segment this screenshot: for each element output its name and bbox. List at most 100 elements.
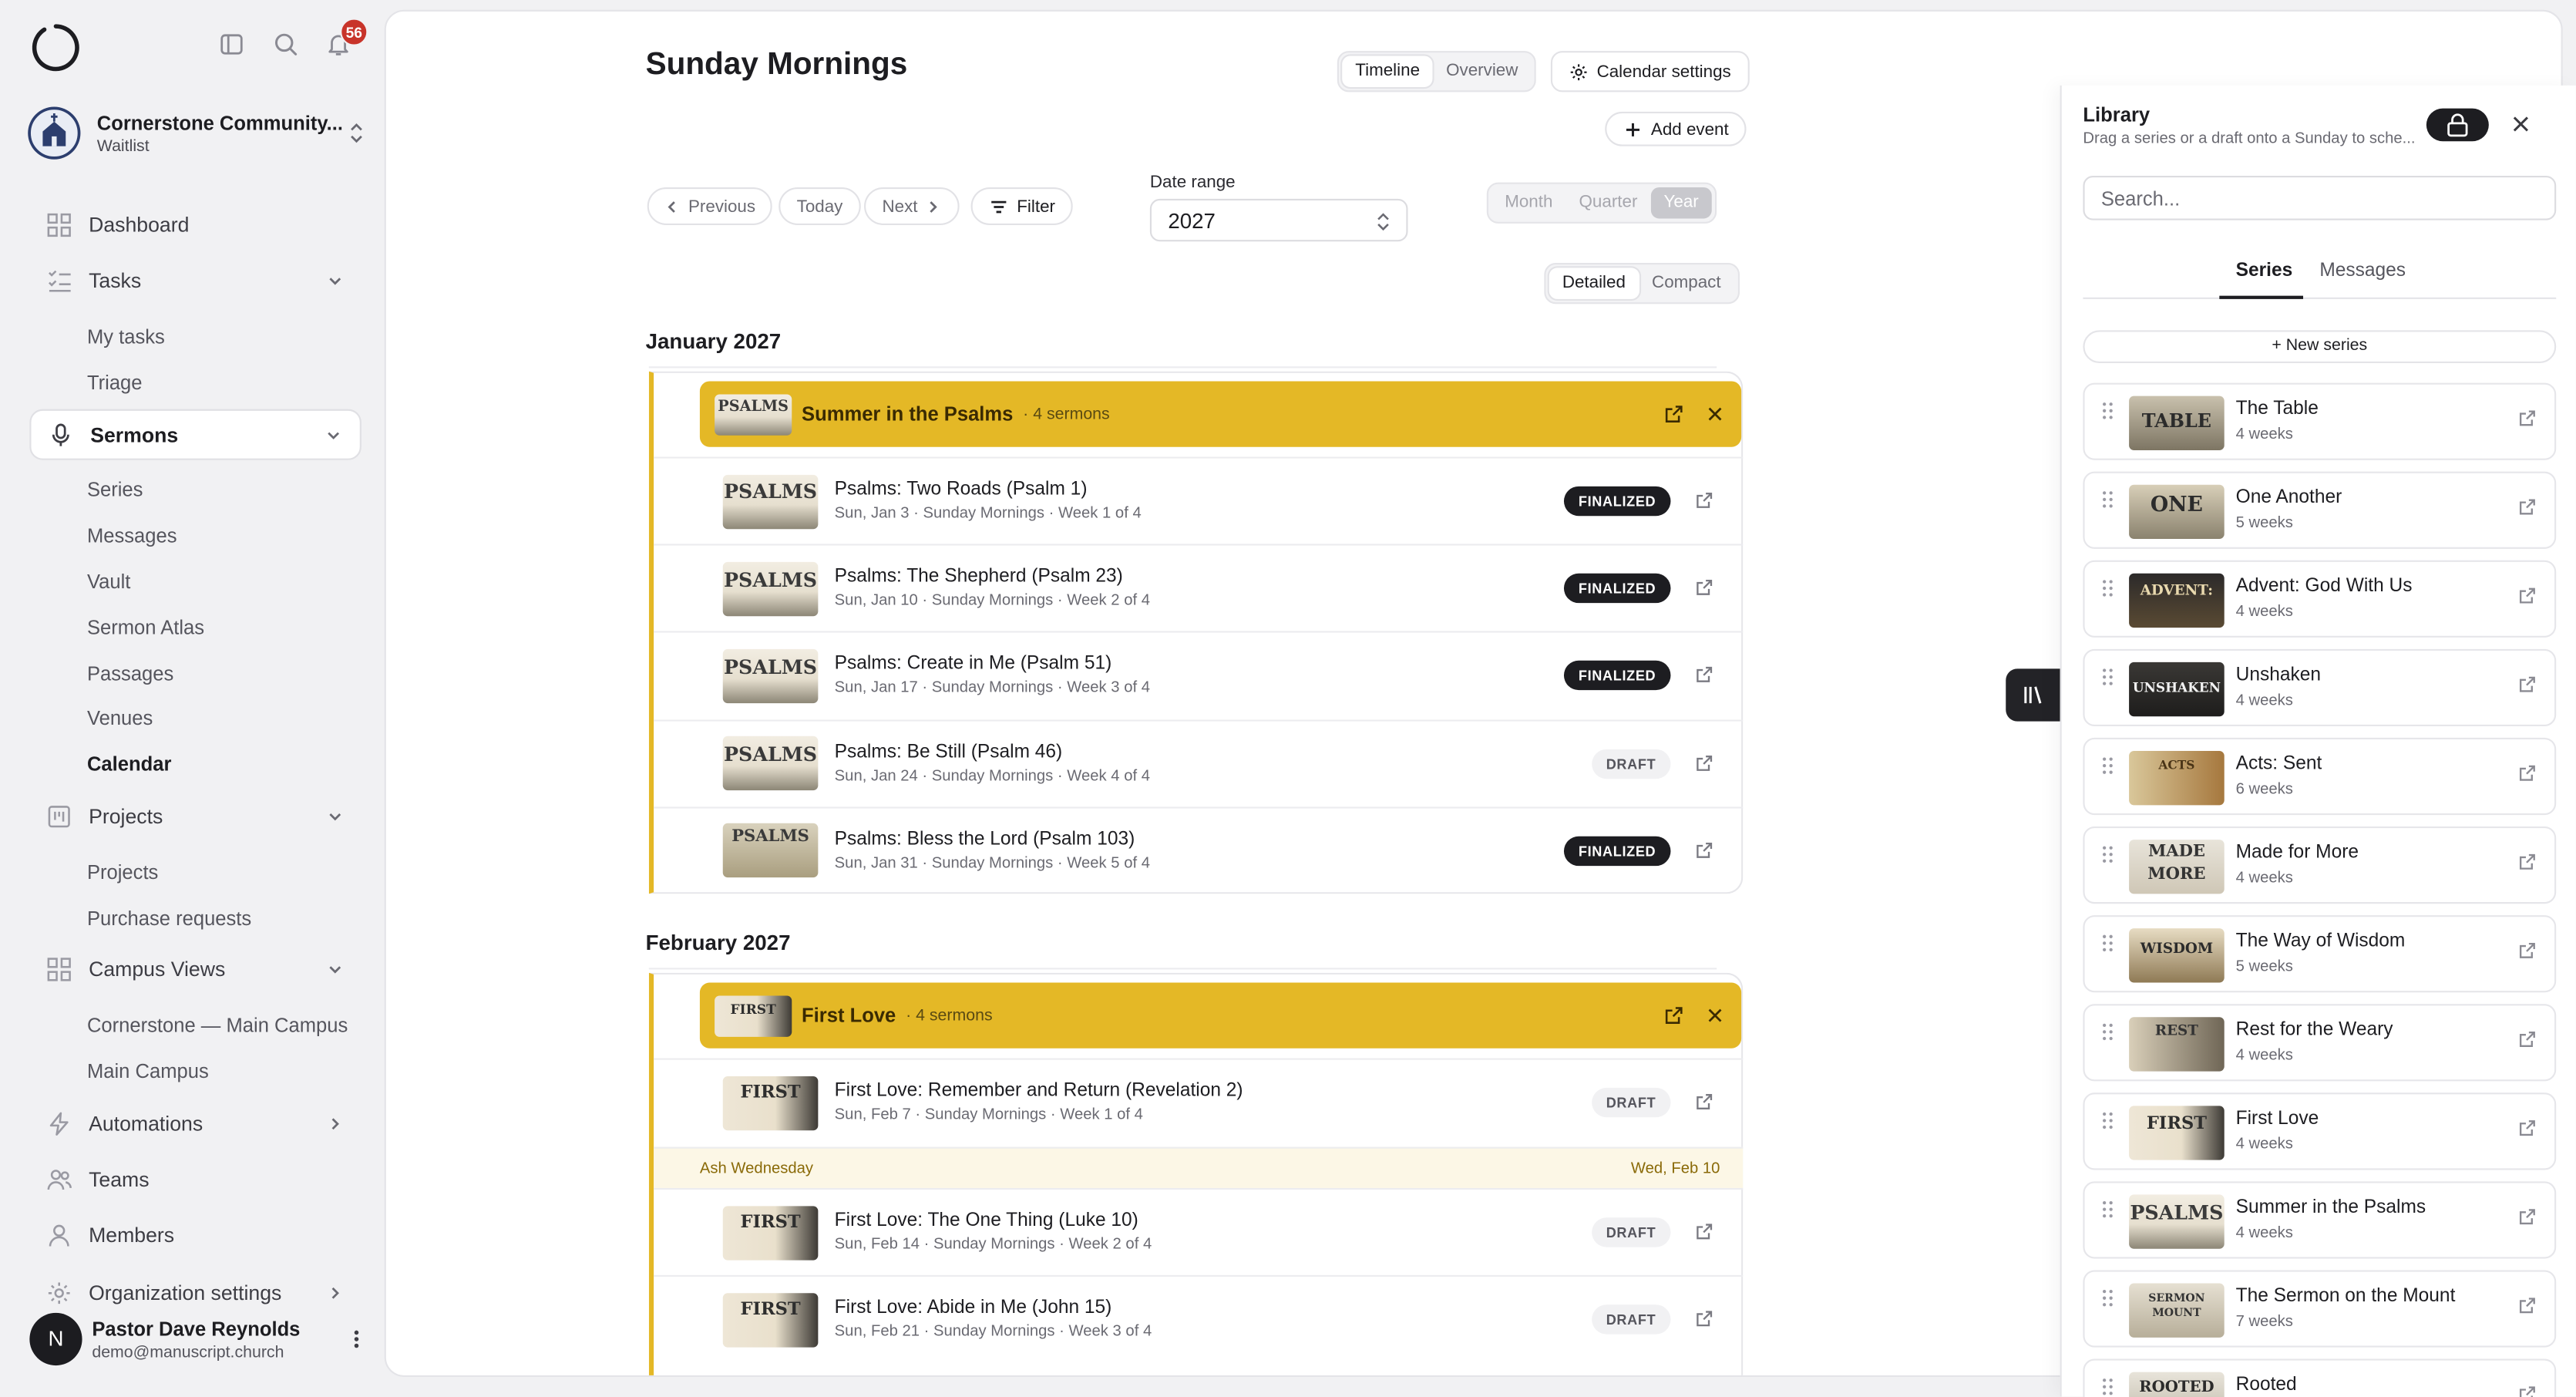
external-link-icon[interactable] [2518,764,2536,782]
tab-compact[interactable]: Compact [1639,268,1734,298]
sidebar-toggle-icon[interactable] [218,31,247,60]
library-series-card[interactable]: MADE MORE Made for More 4 weeks [2083,826,2557,904]
library-series-card[interactable]: ADVENT: Advent: God With Us 4 weeks [2083,560,2557,638]
nav-dashboard[interactable]: Dashboard [29,200,362,250]
tab-overview[interactable]: Overview [1433,56,1531,86]
drag-handle-icon[interactable] [2101,934,2114,954]
external-link-icon[interactable] [2518,1119,2536,1136]
drag-handle-icon[interactable] [2101,756,2114,776]
nav-campus-views[interactable]: Campus Views [29,944,362,994]
external-link-icon[interactable] [2518,1297,2536,1315]
date-range-select[interactable]: 2027 [1149,198,1408,242]
close-icon[interactable] [1705,404,1725,424]
next-button[interactable]: Next [864,187,959,225]
nav-sermon-atlas[interactable]: Sermon Atlas [87,616,204,639]
drag-handle-icon[interactable] [2101,1288,2114,1308]
library-series-card[interactable]: TABLE The Table 4 weeks [2083,382,2557,460]
previous-button[interactable]: Previous [647,187,772,225]
nav-triage[interactable]: Triage [87,372,143,395]
external-link-icon[interactable] [2518,675,2536,693]
external-link-icon[interactable] [1664,404,1684,424]
search-icon[interactable] [273,31,302,60]
tab-messages[interactable]: Messages [2319,261,2406,281]
drag-handle-icon[interactable] [2101,490,2114,510]
nav-org-settings[interactable]: Organization settings [29,1268,362,1318]
tab-timeline[interactable]: Timeline [1342,56,1434,87]
drag-handle-icon[interactable] [2101,844,2114,864]
more-vertical-icon[interactable] [347,1328,367,1351]
tab-year[interactable]: Year [1650,187,1712,219]
library-series-card[interactable]: PSALMS Summer in the Psalms 4 weeks [2083,1181,2557,1259]
external-link-icon[interactable] [1695,1310,1715,1330]
nav-automations[interactable]: Automations [29,1099,362,1149]
external-link-icon[interactable] [1664,1005,1684,1025]
library-series-card[interactable]: UNSHAKEN Unshaken 4 weeks [2083,648,2557,727]
sermon-row[interactable]: PSALMS Psalms: Be Still (Psalm 46) Sun, … [654,719,1744,806]
add-event-button[interactable]: Add event [1605,111,1747,146]
series-header[interactable]: PSALMS Summer in the Psalms · 4 sermons [699,381,1742,447]
nav-purchase-requests[interactable]: Purchase requests [87,907,251,930]
external-link-icon[interactable] [2518,1207,2536,1225]
nav-series[interactable]: Series [87,478,143,501]
sermon-row[interactable]: FIRST First Love: Remember and Return (R… [654,1058,1744,1146]
library-series-card[interactable]: WISDOM The Way of Wisdom 5 weeks [2083,915,2557,993]
external-link-icon[interactable] [1695,579,1715,599]
sermon-row[interactable]: PSALMS Psalms: Two Roads (Psalm 1) Sun, … [654,456,1744,544]
tab-quarter[interactable]: Quarter [1565,187,1650,218]
nav-projects-sub[interactable]: Projects [87,861,158,884]
external-link-icon[interactable] [1695,841,1715,861]
library-series-card[interactable]: ACTS Acts: Sent 6 weeks [2083,737,2557,816]
nav-campus-main[interactable]: Main Campus [87,1060,209,1083]
lock-button[interactable] [2426,108,2489,142]
drag-handle-icon[interactable] [2101,667,2114,687]
external-link-icon[interactable] [2518,409,2536,427]
sermon-row[interactable]: PSALMS Psalms: The Shepherd (Psalm 23) S… [654,544,1744,631]
library-toggle-tab[interactable] [2006,668,2062,722]
library-series-card[interactable]: SERMON MOUNT The Sermon on the Mount 7 we… [2083,1270,2557,1348]
external-link-icon[interactable] [2518,498,2536,516]
drag-handle-icon[interactable] [2101,401,2114,421]
external-link-icon[interactable] [1695,666,1715,686]
nav-passages[interactable]: Passages [87,662,173,685]
user-menu[interactable]: N Pastor Dave Reynolds demo@manuscript.c… [29,1311,366,1367]
nav-venues[interactable]: Venues [87,706,153,729]
external-link-icon[interactable] [2518,853,2536,870]
nav-my-tasks[interactable]: My tasks [87,325,165,348]
external-link-icon[interactable] [2518,1030,2536,1048]
nav-teams[interactable]: Teams [29,1155,362,1204]
sermon-row[interactable]: FIRST First Love: The One Thing (Luke 10… [654,1187,1744,1275]
sermon-row[interactable]: PSALMS Psalms: Create in Me (Psalm 51) S… [654,631,1744,719]
external-link-icon[interactable] [1695,491,1715,511]
external-link-icon[interactable] [1695,1092,1715,1113]
nav-campus-cornerstone-main[interactable]: Cornerstone — Main Campus [87,1014,348,1037]
tab-detailed[interactable]: Detailed [1549,268,1639,299]
nav-vault[interactable]: Vault [87,571,130,594]
nav-projects[interactable]: Projects [29,792,362,841]
org-switcher[interactable]: Cornerstone Community... Waitlist [28,103,365,163]
sermon-row[interactable]: PSALMS Psalms: Bless the Lord (Psalm 103… [654,806,1744,894]
library-series-card[interactable]: ONE One Another 5 weeks [2083,471,2557,549]
drag-handle-icon[interactable] [2101,1377,2114,1397]
tab-month[interactable]: Month [1491,187,1565,218]
drag-handle-icon[interactable] [2101,1111,2114,1131]
drag-handle-icon[interactable] [2101,1200,2114,1220]
filter-button[interactable]: Filter [970,187,1074,225]
close-icon[interactable] [2510,113,2532,135]
external-link-icon[interactable] [1695,753,1715,773]
app-logo-icon[interactable] [29,22,82,74]
library-series-card[interactable]: REST Rest for the Weary 4 weeks [2083,1004,2557,1082]
nav-members[interactable]: Members [29,1211,362,1261]
external-link-icon[interactable] [2518,587,2536,604]
calendar-settings-button[interactable]: Calendar settings [1550,51,1750,93]
sermon-row[interactable]: FIRST First Love: Abide in Me (John 15) … [654,1274,1744,1362]
drag-handle-icon[interactable] [2101,578,2114,598]
close-icon[interactable] [1705,1005,1725,1025]
new-series-button[interactable]: + New series [2083,330,2557,364]
drag-handle-icon[interactable] [2101,1022,2114,1042]
external-link-icon[interactable] [1695,1223,1715,1243]
nav-messages[interactable]: Messages [87,524,177,547]
nav-calendar[interactable]: Calendar [87,752,171,776]
external-link-icon[interactable] [2518,1385,2536,1397]
nav-tasks[interactable]: Tasks [29,256,362,305]
today-button[interactable]: Today [779,187,861,225]
